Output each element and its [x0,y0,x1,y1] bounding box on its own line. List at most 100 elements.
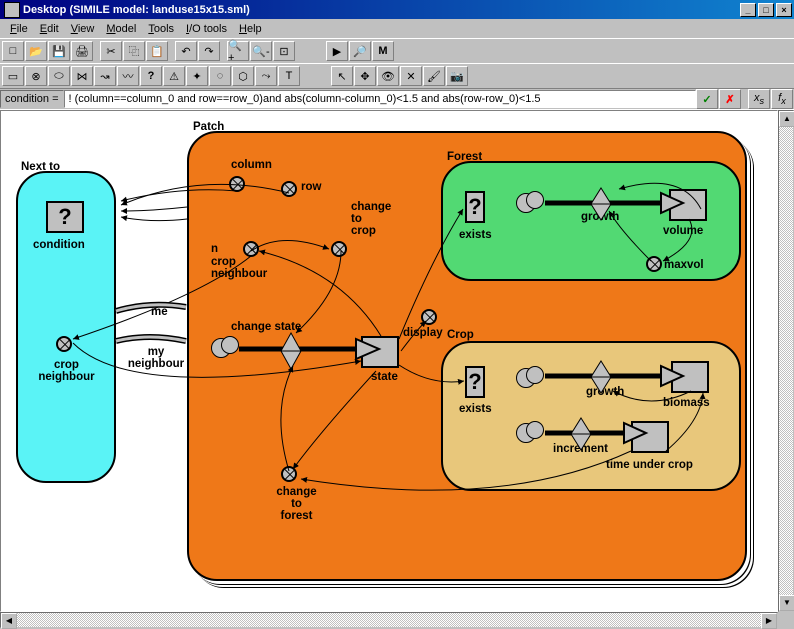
tool-flowarrow-icon[interactable]: ⋈ [71,66,93,86]
tb-redo-icon[interactable]: ↷ [198,41,220,61]
tool-camera-icon[interactable]: 📷 [446,66,468,86]
app-icon [4,2,20,18]
label-patch: Patch [193,121,224,133]
tb-run-icon[interactable]: ▶ [326,41,348,61]
node-crop-biomass-box[interactable] [671,361,709,393]
tool-event-icon[interactable]: ⬡ [232,66,254,86]
tb-undo-icon[interactable]: ↶ [175,41,197,61]
label-nextto: Next to [21,161,60,173]
tool-inspect-icon[interactable]: 👁 [377,66,399,86]
tool-ghost-icon[interactable]: ◌ [209,66,231,86]
label-crop-exists: exists [459,403,492,415]
node-state-box[interactable] [361,336,399,368]
menu-iotools[interactable]: I/O tools [180,21,233,37]
label-change-to-crop: changetocrop [351,201,406,237]
menu-view[interactable]: View [65,21,101,37]
tb-zoomfit-icon[interactable]: ⊡ [273,41,295,61]
tool-role-icon[interactable]: 〰 [117,66,139,86]
tb-zoomout-icon[interactable]: 🔍- [250,41,272,61]
label-crop-increment: increment [553,443,608,455]
menu-model[interactable]: Model [100,21,142,37]
node-row-var[interactable] [281,181,297,197]
label-forest-maxvol: maxvol [664,259,704,271]
node-crop-time-box[interactable] [631,421,669,453]
node-crop-neighbour-var[interactable] [56,336,72,352]
menu-help[interactable]: Help [233,21,268,37]
tool-condition-icon[interactable]: ? [140,66,162,86]
tool-variable-icon[interactable]: ⊗ [25,66,47,86]
label-column: column [231,159,272,171]
tb-open-icon[interactable]: 📂 [25,41,47,61]
label-state: state [371,371,398,383]
label-n-crop-neighbour: crop neighbour [211,256,286,280]
tb-new-icon[interactable]: □ [2,41,24,61]
tb-search-icon[interactable]: 🔎 [349,41,371,61]
label-change-to-forest: changetoforest [269,486,324,522]
close-button[interactable]: × [776,3,792,17]
label-forest-growth: growth [581,211,619,223]
menu-bar: File Edit View Model Tools I/O tools Hel… [0,19,794,38]
tb-cut-icon[interactable]: ✂ [100,41,122,61]
vertical-scrollbar[interactable]: ▲ ▼ [778,110,794,612]
tool-submodel-icon[interactable]: ⬭ [48,66,70,86]
formula-label: condition = [0,90,64,108]
node-n-crop-neighbour-var[interactable] [243,241,259,257]
node-column-var[interactable] [229,176,245,192]
node-change-to-crop-var[interactable] [331,241,347,257]
tb-copy-icon[interactable]: ⿻ [123,41,145,61]
horizontal-scrollbar[interactable]: ◀ ▶ [0,612,778,628]
window-title: Desktop (SIMILE model: landuse15x15.sml) [23,4,740,16]
node-change-to-forest-var[interactable] [281,466,297,482]
scroll-up-icon[interactable]: ▲ [779,111,794,127]
label-crop-growth: growth [586,386,624,398]
label-forest-volume: volume [663,225,703,237]
node-condition-box[interactable]: ? [46,201,84,233]
label-crop: Crop [447,329,474,341]
formula-cancel-icon[interactable]: ✗ [719,89,741,109]
formula-accept-icon[interactable]: ✓ [696,89,718,109]
label-crop-neighbour: crop neighbour [29,359,104,383]
label-me: me [151,306,168,318]
label-display: display [403,327,443,339]
label-row: row [301,181,321,193]
label-forest: Forest [447,151,482,163]
menu-tools[interactable]: Tools [142,21,180,37]
node-forest-exists[interactable]: ? [465,191,485,223]
diagram-canvas[interactable]: Patch Next to Forest Crop ? condition cr… [0,110,778,612]
formula-input[interactable]: ! (column==column_0 and row==row_0)and a… [64,90,696,108]
tb-paste-icon[interactable]: 📋 [146,41,168,61]
tool-text-icon[interactable]: T [278,66,300,86]
scroll-down-icon[interactable]: ▼ [779,595,794,611]
scroll-right-icon[interactable]: ▶ [761,613,777,629]
tool-delete-icon[interactable]: ✕ [400,66,422,86]
formula-xs-icon[interactable]: xs [748,89,770,109]
label-change-state: change state [231,321,301,333]
tool-creation-icon[interactable]: ✦ [186,66,208,86]
tb-save-icon[interactable]: 💾 [48,41,70,61]
tool-alarm-icon[interactable]: ⚠ [163,66,185,86]
label-condition: condition [33,239,85,251]
menu-edit[interactable]: Edit [34,21,65,37]
title-bar: Desktop (SIMILE model: landuse15x15.sml)… [0,0,794,19]
node-forest-maxvol-var[interactable] [646,256,662,272]
tool-pointer-icon[interactable]: ↖ [331,66,353,86]
maximize-button[interactable]: □ [758,3,774,17]
tool-compartment-icon[interactable]: ▭ [2,66,24,86]
tool-migration-icon[interactable]: ⤳ [255,66,277,86]
node-forest-volume-box[interactable] [669,189,707,221]
node-crop-exists[interactable]: ? [465,366,485,398]
node-display-var[interactable] [421,309,437,325]
scroll-left-icon[interactable]: ◀ [1,613,17,629]
label-crop-biomass: biomass [663,397,710,409]
label-my-neighbour: my neighbour [121,346,191,370]
tool-move-icon[interactable]: ✥ [354,66,376,86]
tb-m-icon[interactable]: M [372,41,394,61]
minimize-button[interactable]: _ [740,3,756,17]
tool-paint-icon[interactable]: 🖌 [423,66,445,86]
menu-file[interactable]: File [4,21,34,37]
tb-zoomin-icon[interactable]: 🔍+ [227,41,249,61]
tb-print-icon[interactable]: 🖨 [71,41,93,61]
tool-influence-icon[interactable]: ↝ [94,66,116,86]
resize-grip[interactable] [778,612,794,628]
formula-fx-icon[interactable]: fx [771,89,793,109]
